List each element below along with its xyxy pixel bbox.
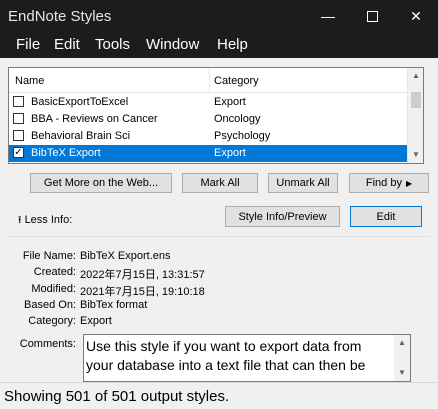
style-name: BibTeX Export: [31, 147, 101, 159]
maximize-icon: [366, 10, 378, 22]
column-header-name[interactable]: Name: [15, 75, 44, 87]
comments-field[interactable]: Use this style if you want to export dat…: [83, 334, 411, 382]
style-category: Export: [214, 147, 246, 159]
edit-button[interactable]: Edit: [350, 206, 422, 227]
window-title: EndNote Styles: [8, 8, 112, 25]
style-name: BBA - Reviews on Cancer: [31, 113, 158, 125]
scroll-down-icon[interactable]: ▼: [394, 365, 410, 381]
minimize-button[interactable]: ―: [306, 0, 350, 32]
style-category: Oncology: [214, 113, 261, 125]
style-name: Behavioral Brain Sci: [31, 130, 131, 142]
mark-all-button[interactable]: Mark All: [182, 173, 258, 193]
title-bar: EndNote Styles ― ✕: [0, 0, 438, 32]
file-name-label: File Name:: [22, 250, 76, 262]
row-checkbox-checked[interactable]: ✓: [13, 147, 24, 158]
scroll-up-icon[interactable]: ▲: [408, 68, 423, 84]
based-on-value: BibTex format: [80, 299, 148, 311]
find-by-label: Find by: [365, 177, 402, 189]
list-scrollbar[interactable]: ▲ ▼: [407, 68, 423, 163]
find-by-button[interactable]: Find by ▶: [349, 173, 429, 193]
category-value: Export: [80, 315, 112, 327]
row-checkbox[interactable]: [13, 96, 24, 107]
style-category: Psychology: [214, 130, 271, 142]
category-label: Category:: [28, 315, 76, 327]
close-icon: ✕: [410, 7, 422, 24]
style-name: BasicExportToExcel: [31, 96, 129, 108]
scroll-down-icon[interactable]: ▼: [408, 147, 423, 163]
less-info-toggle[interactable]: ⭱ Less Info:: [18, 213, 72, 230]
comments-text: Use this style if you want to export dat…: [86, 338, 366, 373]
chevron-right-icon: ▶: [405, 178, 413, 188]
list-item-selected[interactable]: ✓ BibTeX Export Export: [9, 145, 407, 162]
list-item[interactable]: BasicExportToExcel Export: [9, 94, 407, 111]
style-category: Export: [214, 96, 246, 108]
modified-value: 2021年7月15日, 19:10:18: [80, 286, 205, 298]
based-on-label: Based On:: [24, 299, 76, 311]
scroll-up-icon[interactable]: ▲: [394, 335, 410, 351]
column-divider[interactable]: [209, 68, 210, 92]
file-name-value: BibTeX Export.ens: [80, 250, 171, 262]
style-info-preview-button[interactable]: Style Info/Preview: [225, 206, 340, 227]
get-more-button[interactable]: Get More on the Web...: [30, 173, 172, 193]
minimize-icon: ―: [321, 8, 335, 24]
comments-label: Comments:: [19, 338, 76, 350]
close-button[interactable]: ✕: [394, 0, 438, 32]
status-bar: Showing 501 of 501 output styles.: [0, 382, 438, 409]
collapse-arrow-icon: ⭱: [18, 215, 22, 226]
list-item[interactable]: Behavioral Brain Sci Psychology: [9, 128, 407, 145]
menu-file[interactable]: File: [16, 36, 40, 53]
unmark-all-button[interactable]: Unmark All: [268, 173, 338, 193]
menu-edit[interactable]: Edit: [54, 36, 80, 53]
row-checkbox[interactable]: [13, 113, 24, 124]
style-list[interactable]: Name Category BasicExportToExcel Export …: [8, 67, 424, 164]
status-text: Showing 501 of 501 output styles.: [4, 388, 230, 405]
created-label: Created:: [33, 266, 76, 278]
menu-bar: File Edit Tools Window Help: [0, 32, 438, 58]
scroll-thumb[interactable]: [411, 92, 421, 108]
menu-tools[interactable]: Tools: [95, 36, 130, 53]
column-header-category[interactable]: Category: [214, 75, 259, 87]
comments-scrollbar[interactable]: ▲ ▼: [394, 335, 410, 381]
list-item[interactable]: BBA - Reviews on Cancer Oncology: [9, 111, 407, 128]
modified-label: Modified:: [31, 283, 76, 295]
menu-help[interactable]: Help: [217, 36, 248, 53]
created-value: 2022年7月15日, 13:31:57: [80, 269, 205, 281]
menu-window[interactable]: Window: [146, 36, 199, 53]
list-header: Name Category: [9, 68, 407, 93]
maximize-button[interactable]: [350, 0, 394, 32]
less-info-label: Less Info:: [24, 214, 73, 226]
row-checkbox[interactable]: [13, 130, 24, 141]
